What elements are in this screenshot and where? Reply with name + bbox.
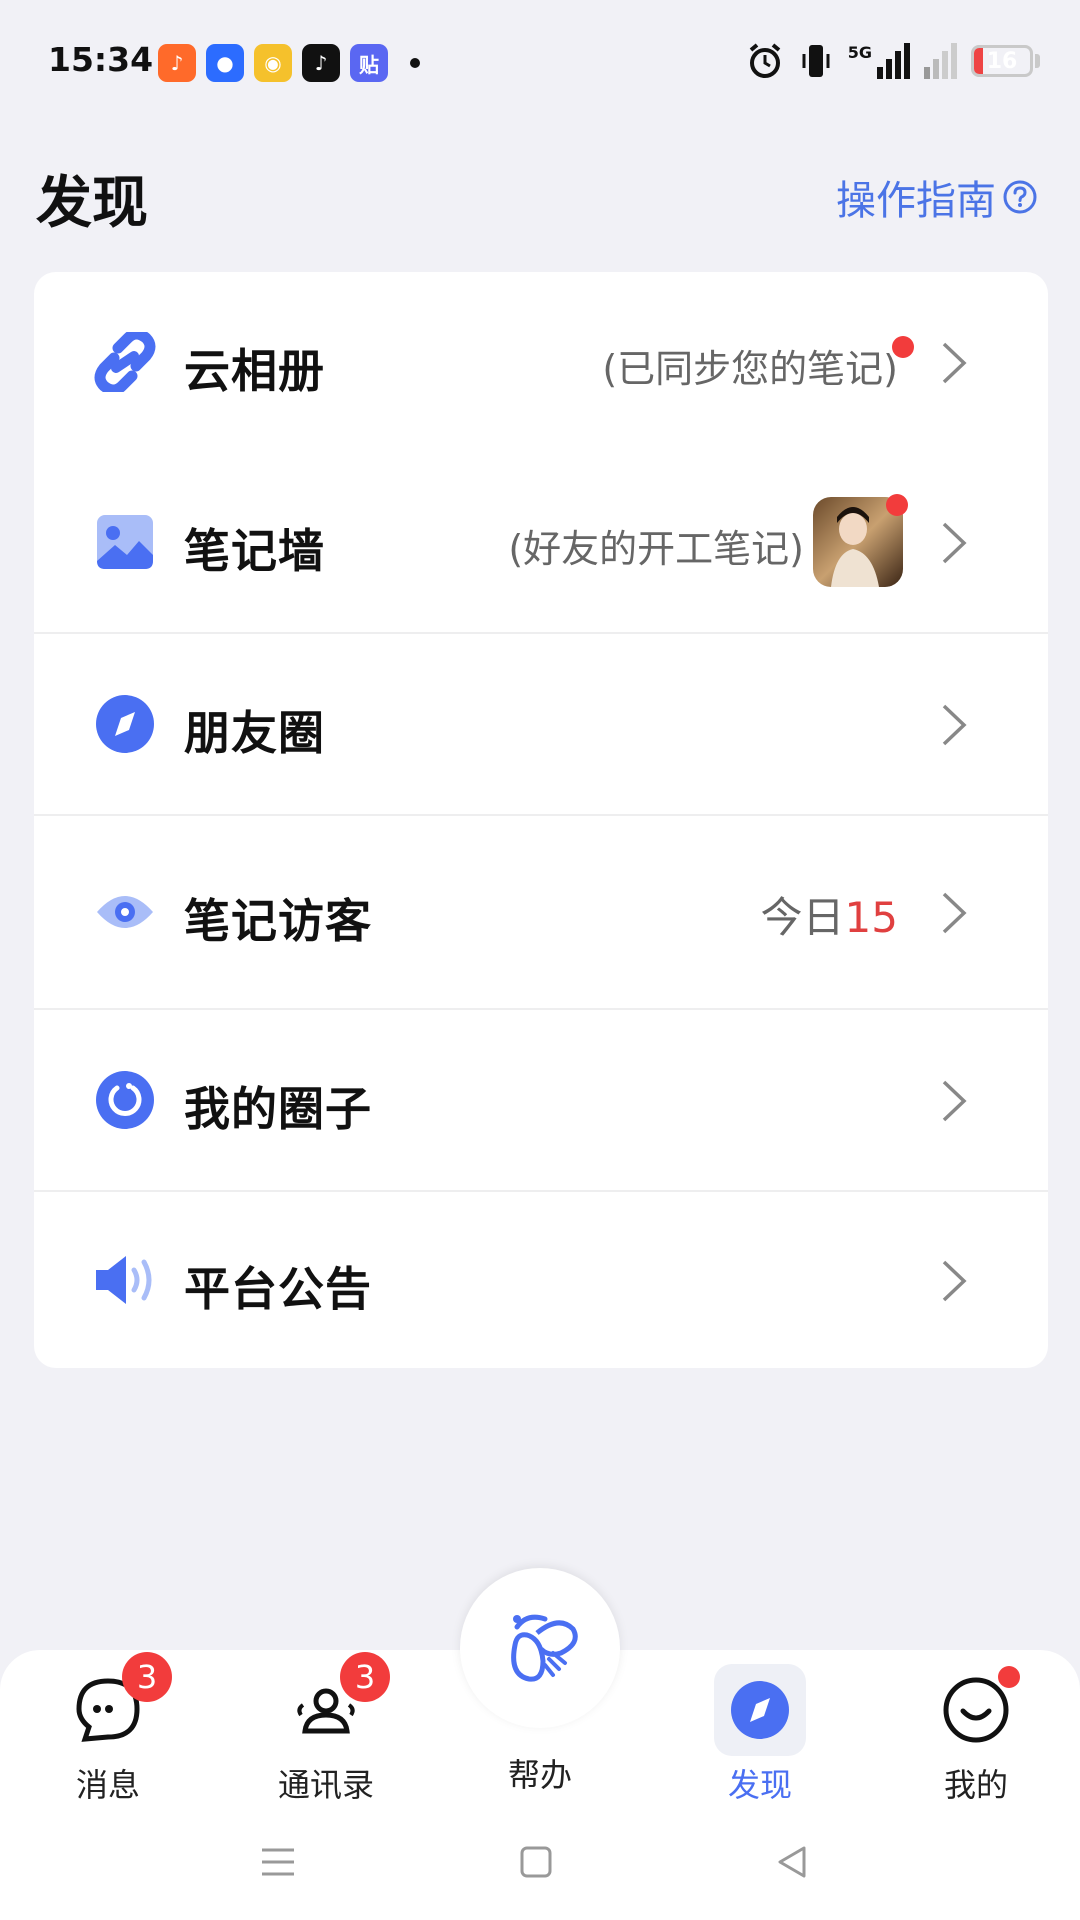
cloud-link-icon xyxy=(92,329,158,395)
menu-item-label: 朋友圈 xyxy=(184,706,325,760)
battery-fill xyxy=(974,48,983,74)
menu-item-note-wall[interactable]: 笔记墙 (好友的开工笔记) xyxy=(34,452,1048,632)
douyin-app-icon: ♪ xyxy=(302,44,340,82)
kuaishou-app-icon: ♪ xyxy=(158,44,196,82)
eye-icon xyxy=(92,879,158,945)
unread-dot xyxy=(886,494,908,516)
vibrate-icon xyxy=(802,45,830,77)
circle-ring-icon xyxy=(92,1067,158,1133)
tab-label: 帮办 xyxy=(507,1756,572,1794)
chevron-right-icon xyxy=(942,1080,967,1122)
menu-item-label: 云相册 xyxy=(184,344,325,398)
tab-discover[interactable]: 发现 xyxy=(680,1664,840,1806)
compass-icon xyxy=(92,691,158,757)
status-time: 15:34 xyxy=(48,40,154,79)
battery-level: 16 xyxy=(986,48,1018,74)
menu-item-announcements[interactable]: 平台公告 xyxy=(34,1192,1048,1368)
visitor-today-count: 15 xyxy=(844,893,898,942)
page-title: 发现 xyxy=(36,171,148,236)
operation-guide-link[interactable]: 操作指南 xyxy=(836,168,1038,226)
visitor-count: 今日15 xyxy=(761,884,898,945)
chevron-right-icon xyxy=(942,1260,967,1302)
alipay-app-icon: ● xyxy=(206,44,244,82)
unread-dot xyxy=(998,1666,1020,1688)
alarm-icon xyxy=(749,43,781,78)
menu-item-hint: (已同步您的笔记) xyxy=(602,347,898,391)
menu-item-moments[interactable]: 朋友圈 xyxy=(34,634,1048,814)
visitor-today-label: 今日 xyxy=(760,893,845,942)
menu-item-note-visitors[interactable]: 笔记访客 今日15 xyxy=(34,816,1048,1008)
chevron-right-icon xyxy=(942,892,967,934)
tab-me[interactable]: 我的 xyxy=(896,1666,1056,1806)
bee-logo-icon xyxy=(511,1614,578,1682)
weibo-app-icon: ◉ xyxy=(254,44,292,82)
tab-label: 通讯录 xyxy=(277,1766,374,1804)
operation-guide-label: 操作指南 xyxy=(836,178,996,224)
status-indicators: 5G 16 xyxy=(746,42,1040,80)
tab-label: 消息 xyxy=(75,1766,140,1804)
menu-icon[interactable] xyxy=(258,1842,298,1882)
system-navigation-bar xyxy=(0,1820,1080,1920)
smile-face-icon xyxy=(936,1666,1020,1750)
tab-messages[interactable]: 3 消息 xyxy=(28,1652,188,1806)
messages-badge: 3 xyxy=(122,1652,172,1702)
help-center-button[interactable] xyxy=(460,1568,620,1728)
speaker-icon xyxy=(92,1247,158,1313)
contacts-icon: 3 xyxy=(286,1652,390,1750)
home-icon[interactable] xyxy=(516,1842,556,1882)
tieba-app-icon: 贴 xyxy=(350,44,388,82)
menu-item-cloud-album[interactable]: 云相册 (已同步您的笔记) xyxy=(34,272,1048,452)
tab-label: 我的 xyxy=(943,1766,1008,1804)
chevron-right-icon xyxy=(942,342,967,384)
menu-item-label: 笔记墙 xyxy=(184,524,325,578)
help-circle-icon xyxy=(1003,180,1037,214)
menu-item-my-circles[interactable]: 我的圈子 xyxy=(34,1010,1048,1190)
status-bar: 15:34 ♪ ● ◉ ♪ 贴 5G 16 xyxy=(0,0,1080,120)
compass-icon xyxy=(714,1664,806,1756)
menu-item-label: 笔记访客 xyxy=(184,894,372,948)
battery-icon: 16 xyxy=(971,45,1033,77)
chat-bubble-icon: 3 xyxy=(68,1652,172,1750)
menu-item-hint: (好友的开工笔记) xyxy=(508,527,804,571)
contacts-badge: 3 xyxy=(340,1652,390,1702)
chevron-right-icon xyxy=(942,704,967,746)
tab-label: 发现 xyxy=(727,1766,792,1804)
unread-dot xyxy=(892,336,914,358)
more-notifications-dot xyxy=(410,58,420,68)
signal-5g-icon: 5G xyxy=(848,43,910,79)
menu-item-label: 平台公告 xyxy=(184,1262,372,1316)
signal-secondary-icon xyxy=(924,43,957,79)
menu-item-label: 我的圈子 xyxy=(184,1082,372,1136)
tab-contacts[interactable]: 3 通讯录 xyxy=(246,1652,406,1806)
notification-app-icons: ♪ ● ◉ ♪ 贴 xyxy=(158,44,420,82)
network-type: 5G xyxy=(847,43,872,62)
image-gallery-icon xyxy=(92,509,158,575)
tab-help[interactable]: 帮办 xyxy=(460,1750,620,1796)
discover-menu-card: 云相册 (已同步您的笔记) 笔记墙 (好友的开工笔记) 朋友圈 笔记访客 今日1… xyxy=(34,272,1048,1368)
back-icon[interactable] xyxy=(772,1842,812,1882)
chevron-right-icon xyxy=(942,522,967,564)
